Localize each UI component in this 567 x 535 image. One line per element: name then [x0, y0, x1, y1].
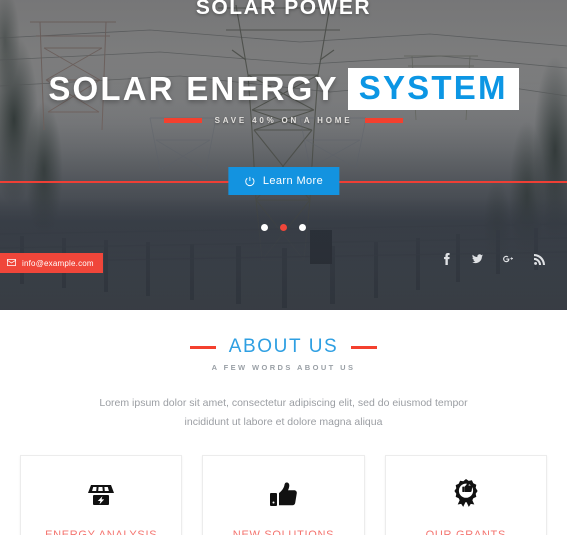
- about-paragraph-line-2: incididunt ut labore et dolore magna ali…: [184, 416, 383, 429]
- feature-card-title: NEW SOLUTIONS: [232, 528, 335, 535]
- about-subtitle: A FEW WORDS ABOUT US: [211, 363, 356, 372]
- feature-cards: ENERGY ANALYSIS Ut enim ad minim veniam,…: [0, 454, 567, 535]
- subline-dash-left: [163, 118, 202, 123]
- email-badge[interactable]: info@example.com: [0, 253, 103, 273]
- carousel-dot-1[interactable]: [261, 224, 268, 231]
- hero-headline: SOLAR ENERGY SYSTEM: [0, 68, 567, 110]
- rss-icon[interactable]: [534, 253, 545, 265]
- facebook-icon[interactable]: [441, 253, 452, 265]
- feature-card-new-solutions[interactable]: NEW SOLUTIONS Ut enim ad minim veniam, q…: [202, 454, 365, 535]
- twitter-icon[interactable]: [472, 253, 483, 265]
- about-dash-right: [351, 345, 378, 349]
- about-section: ABOUT US A FEW WORDS ABOUT US Lorem ipsu…: [0, 310, 567, 535]
- envelope-icon: [7, 258, 16, 268]
- google-plus-icon[interactable]: [503, 253, 514, 265]
- award-badge-icon: [396, 478, 536, 512]
- feature-card-energy-analysis[interactable]: ENERGY ANALYSIS Ut enim ad minim veniam,…: [20, 454, 183, 535]
- subline-text: SAVE 40% ON A HOME: [214, 116, 353, 125]
- learn-more-label: Learn More: [262, 175, 324, 187]
- hero-banner: SOLAR POWER SOLAR ENERGY SYSTEM SAVE 40% …: [0, 0, 567, 310]
- power-plug-icon: [244, 176, 255, 187]
- feature-card-our-grants[interactable]: OUR GRANTS Ut enim ad minim veniam, quis…: [384, 454, 547, 535]
- social-links[interactable]: [441, 253, 545, 265]
- hero-subline: SAVE 40% ON A HOME: [0, 116, 567, 125]
- solar-panel-icon: [31, 478, 171, 512]
- headline-plain-text: SOLAR ENERGY: [48, 69, 339, 107]
- learn-more-button[interactable]: Learn More: [227, 167, 340, 195]
- email-address-text: info@example.com: [22, 258, 94, 268]
- thumbs-up-icon: [213, 478, 353, 512]
- about-dash-left: [189, 345, 216, 349]
- site-brand-title: SOLAR POWER: [195, 0, 372, 19]
- about-paragraph-line-1: Lorem ipsum dolor sit amet, consectetur …: [99, 397, 468, 409]
- carousel-dot-2[interactable]: [280, 224, 287, 231]
- feature-card-title: OUR GRANTS: [425, 528, 506, 535]
- carousel-dot-3[interactable]: [299, 224, 306, 231]
- about-title: ABOUT US: [228, 336, 339, 357]
- about-heading: ABOUT US: [0, 336, 567, 358]
- feature-card-title: ENERGY ANALYSIS: [45, 528, 158, 535]
- about-paragraph: Lorem ipsum dolor sit amet, consectetur …: [0, 394, 567, 433]
- headline-boxed-text: SYSTEM: [347, 68, 519, 110]
- carousel-dots[interactable]: [0, 224, 567, 231]
- subline-dash-right: [365, 118, 404, 123]
